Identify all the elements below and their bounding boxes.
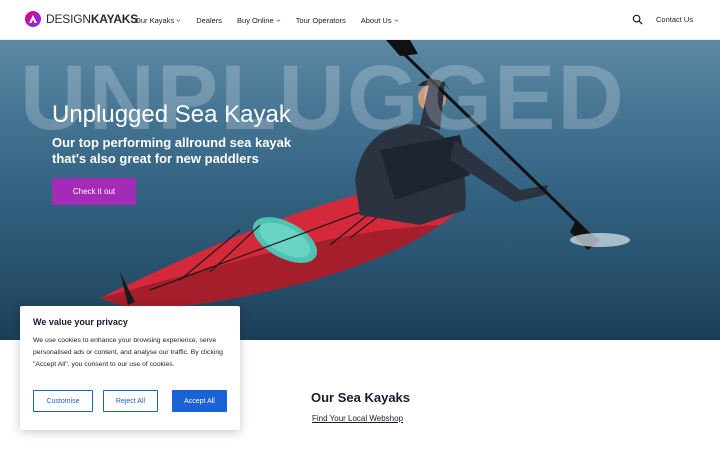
cookie-consent-dialog: We value your privacy We use cookies to … bbox=[20, 306, 240, 430]
cookie-text: We use cookies to enhance your browsing … bbox=[33, 337, 223, 368]
nav-tour-operators[interactable]: Tour Operators bbox=[296, 16, 346, 25]
chevron-down-icon bbox=[276, 18, 281, 22]
cookie-title: We value your privacy bbox=[33, 317, 128, 327]
hero-subtitle: Our top performing allround sea kayak th… bbox=[52, 135, 292, 166]
site-header: DESIGNKAYAKS Our Kayaks Dealers Buy Onli… bbox=[0, 0, 720, 40]
logo-icon bbox=[25, 11, 41, 27]
hero-title: Unplugged Sea Kayak bbox=[52, 101, 291, 128]
logo-text: DESIGNKAYAKS bbox=[46, 12, 139, 26]
check-it-out-button[interactable]: Check it out bbox=[52, 178, 136, 205]
nav-about-us[interactable]: About Us bbox=[361, 16, 399, 25]
chevron-down-icon bbox=[394, 18, 399, 22]
search-icon[interactable] bbox=[632, 14, 643, 25]
logo[interactable]: DESIGNKAYAKS bbox=[25, 11, 138, 27]
accept-all-button[interactable]: Accept All bbox=[172, 390, 227, 412]
nav-our-kayaks[interactable]: Our Kayaks bbox=[135, 16, 181, 25]
customise-button[interactable]: Customise bbox=[33, 390, 93, 412]
main-nav: Our Kayaks Dealers Buy Online Tour Opera… bbox=[135, 0, 414, 40]
find-local-webshop-link[interactable]: Find Your Local Webshop bbox=[312, 414, 403, 423]
section-title: Our Sea Kayaks bbox=[311, 390, 411, 405]
hero-banner: UNPLUGGED Unplugged Sea Kayak Our top pe… bbox=[0, 40, 720, 340]
nav-buy-online[interactable]: Buy Online bbox=[237, 16, 281, 25]
chevron-down-icon bbox=[176, 18, 181, 22]
nav-dealers[interactable]: Dealers bbox=[196, 16, 222, 25]
contact-us-link[interactable]: Contact Us bbox=[656, 15, 693, 24]
reject-all-button[interactable]: Reject All bbox=[103, 390, 158, 412]
